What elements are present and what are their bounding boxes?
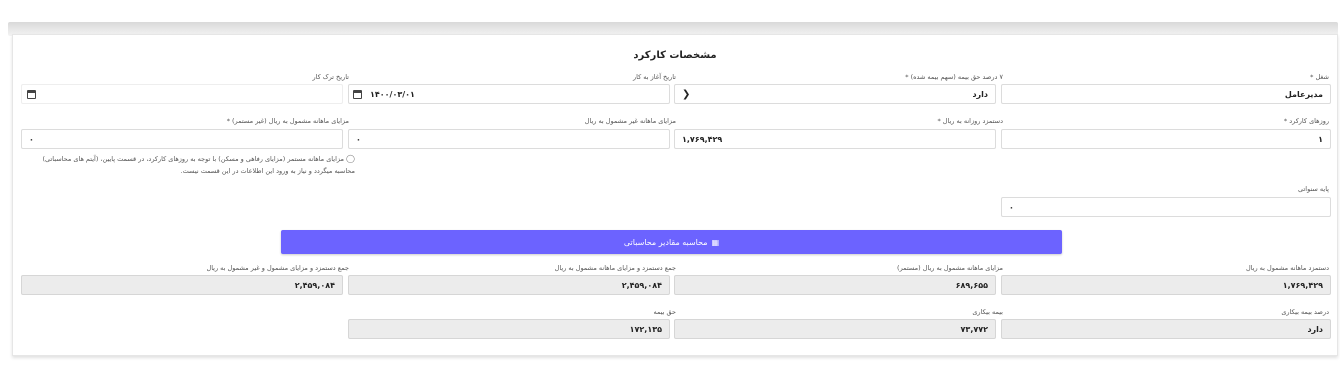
daily-wage-input[interactable]: ۱,۷۶۹,۴۲۹ [674,129,996,149]
work-days-label: روزهای کارکرد * [1283,117,1329,125]
work-days-input[interactable]: ۱ [1001,129,1331,149]
insured-fixed-benefits-label: مزایای ماهانه مشمول به ریال (مستمر) [897,264,1003,272]
total-insured-label: جمع دستمزد و مزایای ماهانه مشمول به ریال [554,264,676,272]
lightbulb-icon: ◯ [346,154,355,163]
unemployment-rate-value: دارد [1307,324,1323,334]
unemployment-rate-field: دارد [1001,319,1331,339]
hint-text: مزایای ماهانه مستمر (مزایای رفاهی و مسکن… [42,155,356,175]
total-insured-field: ۲,۴۵۹,۰۸۴ [348,275,670,295]
insured-fixed-benefits-field: ۶۸۹,۶۵۵ [674,275,996,295]
start-date-label: تاریخ آغاز به کار [633,73,676,81]
page: مشخصات کارکرد شغل * ۷ درصد حق بیمه (سهم … [0,0,1340,389]
job-input[interactable]: مدیرعامل [1001,84,1331,104]
insured-fixed-benefits-value: ۶۸۹,۶۵۵ [955,280,988,290]
start-date-value: ۱۴۰۰/۰۳/۰۱ [370,89,415,99]
monthly-insured-wage-field: ۱,۷۶۹,۴۲۹ [1001,275,1331,295]
seniority-base-input[interactable]: ۰ [1001,197,1331,217]
unemployment-insurance-value: ۷۳,۷۷۲ [960,324,988,334]
total-all-label: جمع دستمزد و مزایای مشمول و غیر مشمول به… [206,264,349,272]
insurance-share-label: ۷ درصد حق بیمه (سهم بیمه شده) * [905,73,1003,81]
calculate-button-label: محاسبه مقادیر محاسباتی [623,237,708,247]
work-details-card: مشخصات کارکرد شغل * ۷ درصد حق بیمه (سهم … [12,34,1338,356]
insurance-premium-label: حق بیمه [653,308,676,316]
calendar-icon[interactable] [353,90,362,99]
seniority-base-value: ۰ [1009,202,1014,212]
benefits-hint: ◯ مزایای ماهانه مستمر (مزایای رفاهی و مس… [33,153,356,177]
calculator-icon: ▦ [711,237,720,247]
non-insured-benefits-label: مزایای ماهانه غیر مشمول به ریال [584,117,676,125]
start-date-input[interactable]: ۱۴۰۰/۰۳/۰۱ [348,84,670,104]
calendar-icon[interactable] [27,90,36,99]
insured-benefits-nonfixed-label: مزایای ماهانه مشمول به ریال (غیر مستمر) … [226,117,349,125]
seniority-base-label: پایه سنواتی [1298,185,1329,193]
unemployment-rate-label: درصد بیمه بیکاری [1281,308,1329,316]
insurance-premium-value: ۱۷۲,۱۳۵ [629,324,662,334]
insurance-premium-field: ۱۷۲,۱۳۵ [348,319,670,339]
unemployment-insurance-field: ۷۳,۷۷۲ [674,319,996,339]
insurance-share-select[interactable]: دارد ❯ [674,84,996,104]
end-date-label: تاریخ ترک کار [312,73,350,81]
insured-benefits-nonfixed-input[interactable]: ۰ [21,129,343,149]
chevron-down-icon[interactable]: ❯ [682,89,690,100]
card-title: مشخصات کارکرد [633,50,717,61]
daily-wage-label: دستمزد روزانه به ریال * [937,117,1003,125]
work-days-value: ۱ [1318,134,1323,144]
calculate-button[interactable]: ▦ محاسبه مقادیر محاسباتی [281,230,1062,254]
job-label: شغل * [1310,73,1329,81]
job-value: مدیرعامل [1284,89,1323,99]
daily-wage-value: ۱,۷۶۹,۴۲۹ [682,134,723,144]
non-insured-benefits-input[interactable]: ۰ [348,129,670,149]
monthly-insured-wage-value: ۱,۷۶۹,۴۲۹ [1282,280,1323,290]
total-all-value: ۲,۴۵۹,۰۸۴ [294,280,335,290]
total-insured-value: ۲,۴۵۹,۰۸۴ [621,280,662,290]
monthly-insured-wage-label: دستمزد ماهانه مشمول به ریال [1245,264,1329,272]
total-all-field: ۲,۴۵۹,۰۸۴ [21,275,343,295]
insured-benefits-nonfixed-value: ۰ [29,134,34,144]
insurance-share-value: دارد [972,89,988,99]
end-date-input[interactable] [21,84,343,104]
non-insured-benefits-value: ۰ [356,134,361,144]
unemployment-insurance-label: بیمه بیکاری [972,308,1003,316]
